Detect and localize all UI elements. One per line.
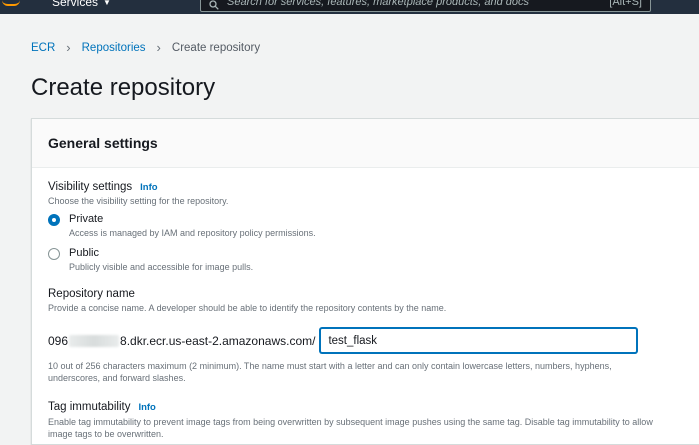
radio-button-private[interactable]	[48, 214, 60, 226]
radio-option-private[interactable]: Private Access is managed by IAM and rep…	[48, 213, 683, 238]
search-shortcut-hint: [Alt+S]	[609, 0, 642, 8]
radio-button-public[interactable]	[48, 248, 60, 260]
aws-logo[interactable]	[2, 0, 20, 6]
visibility-settings-section: Visibility settings Info Choose the visi…	[48, 181, 683, 272]
panel-header: General settings	[32, 119, 699, 168]
repository-uri-prefix: 096 8.dkr.ecr.us-east-2.amazonaws.com/	[48, 334, 315, 348]
top-navigation-bar: Services ▼ [Alt+S]	[0, 0, 699, 14]
radio-description-public: Publicly visible and accessible for imag…	[69, 262, 254, 272]
registry-domain: 8.dkr.ecr.us-east-2.amazonaws.com/	[120, 333, 316, 348]
radio-option-public[interactable]: Public Publicly visible and accessible f…	[48, 247, 683, 272]
radio-label-private: Private	[69, 213, 104, 225]
breadcrumb-link-ecr[interactable]: ECR	[31, 42, 55, 54]
visibility-radio-group: Private Access is managed by IAM and rep…	[48, 213, 683, 272]
repository-name-label: Repository name	[48, 288, 135, 300]
repository-name-constraint: 10 out of 256 characters maximum (2 mini…	[48, 361, 612, 383]
general-settings-panel: General settings Visibility settings Inf…	[31, 118, 699, 445]
repository-name-input[interactable]	[320, 328, 638, 353]
caret-down-icon: ▼	[103, 0, 111, 7]
breadcrumb-link-repositories[interactable]: Repositories	[82, 42, 146, 54]
repository-name-section: Repository name Provide a concise name. …	[48, 288, 683, 384]
tag-immutability-info-link[interactable]: Info	[138, 402, 155, 413]
repository-name-description: Provide a concise name. A developer shou…	[48, 303, 447, 313]
chevron-right-icon: ›	[66, 40, 71, 55]
tag-immutability-description: Enable tag immutability to prevent image…	[48, 417, 653, 439]
breadcrumb-current: Create repository	[171, 41, 261, 54]
visibility-label: Visibility settings	[48, 181, 133, 193]
search-input[interactable]	[227, 0, 602, 8]
visibility-info-link[interactable]: Info	[140, 182, 157, 193]
tag-immutability-label: Tag immutability	[48, 401, 131, 413]
search-bar[interactable]: [Alt+S]	[200, 0, 651, 12]
search-icon	[209, 0, 219, 10]
account-id-start: 096	[48, 333, 69, 348]
breadcrumb: ECR › Repositories › Create repository	[31, 40, 260, 55]
visibility-description: Choose the visibility setting for the re…	[48, 196, 229, 206]
page-title: Create repository	[31, 74, 216, 101]
services-label: Services	[52, 0, 99, 9]
panel-body: Visibility settings Info Choose the visi…	[32, 168, 699, 440]
chevron-right-icon: ›	[156, 40, 161, 55]
repository-name-row: 096 8.dkr.ecr.us-east-2.amazonaws.com/	[48, 328, 683, 353]
radio-description-private: Access is managed by IAM and repository …	[69, 228, 316, 238]
radio-label-public: Public	[69, 247, 99, 259]
redacted-account-id	[69, 334, 120, 347]
panel-title: General settings	[48, 135, 158, 151]
tag-immutability-section: Tag immutability Info Enable tag immutab…	[48, 401, 683, 440]
services-menu[interactable]: Services ▼	[52, 0, 111, 9]
